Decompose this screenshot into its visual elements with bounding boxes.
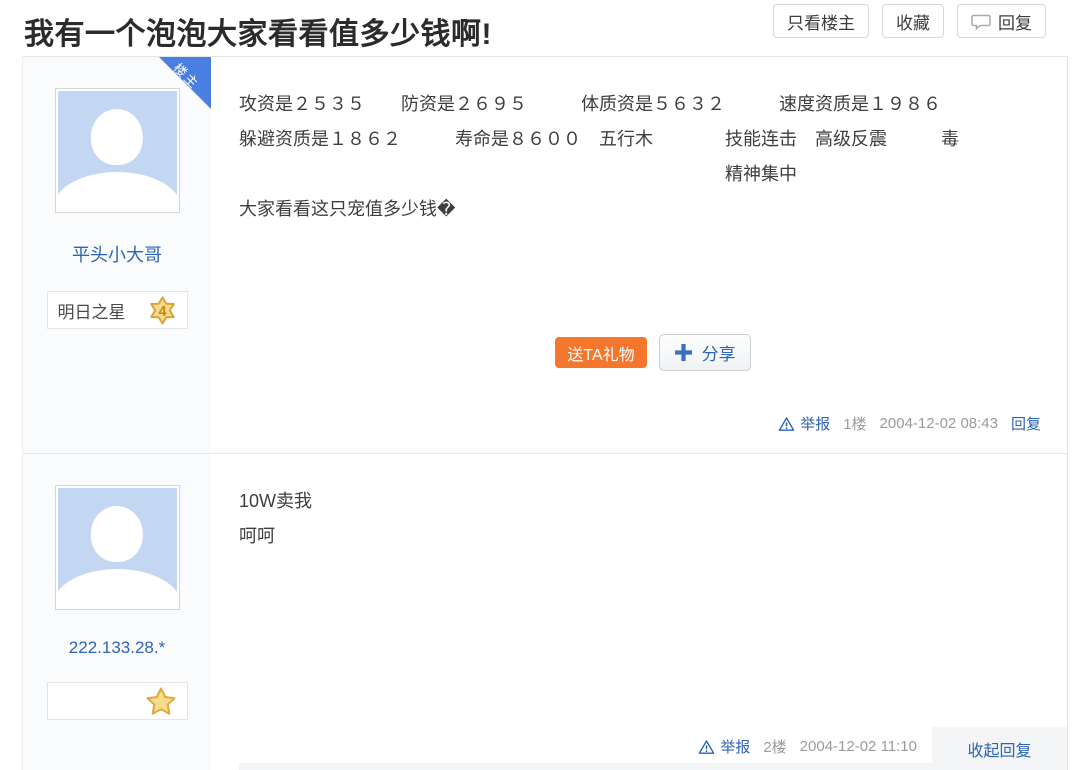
floor-label: 2楼 (763, 736, 786, 757)
content-line: 10W卖我 (239, 484, 1067, 519)
share-button[interactable]: 分享 (659, 334, 751, 371)
post-2-username[interactable]: 222.133.28.* (69, 638, 165, 658)
avatar-placeholder-icon (58, 91, 177, 210)
post-1: 楼主 平头小大哥 明日之星 4 (23, 57, 1067, 454)
level-badge-icon: 4 (148, 296, 177, 325)
send-gift-button[interactable]: 送TA礼物 (555, 337, 646, 368)
avatar[interactable] (55, 485, 180, 610)
post-1-author-column: 楼主 平头小大哥 明日之星 4 (23, 57, 211, 453)
thread-header: 我有一个泡泡大家看看值多少钱啊! 只看楼主 收藏 回复 (0, 0, 1080, 56)
reply-label: 回复 (998, 9, 1032, 34)
post-time: 2004-12-02 08:43 (880, 415, 998, 432)
level-number: 4 (158, 303, 166, 319)
reply-bubble-icon (971, 12, 991, 31)
content-line: 精神集中 (239, 157, 1067, 192)
avatar[interactable] (55, 88, 180, 213)
comment-area-top (239, 763, 1067, 770)
reply-button[interactable]: 回复 (957, 4, 1046, 38)
post-1-footer: 举报 1楼 2004-12-02 08:43 回复 (778, 413, 1041, 434)
report-warning-icon (778, 416, 795, 432)
post-1-actions: 送TA礼物 分享 (239, 334, 1067, 371)
reply-link[interactable]: 回复 (1011, 413, 1041, 434)
report-warning-icon (698, 739, 715, 755)
post-time: 2004-12-02 11:10 (800, 738, 917, 755)
tieba-thread-page: 我有一个泡泡大家看看值多少钱啊! 只看楼主 收藏 回复 (0, 0, 1080, 770)
report-label: 举报 (800, 413, 830, 434)
only-op-button[interactable]: 只看楼主 (773, 4, 869, 38)
post-1-content: 攻资是２５３５ 防资是２６９５ 体质资是５６３２ 速度资质是１９８６ 躲避资质是… (239, 57, 1067, 227)
post-1-body: 攻资是２５３５ 防资是２６９５ 体质资是５６３２ 速度资质是１９８６ 躲避资质是… (211, 57, 1067, 453)
report-label: 举报 (720, 736, 750, 757)
share-plus-icon (674, 343, 693, 362)
badge-title: 明日之星 (58, 298, 126, 323)
header-actions: 只看楼主 收藏 回复 (773, 4, 1046, 38)
report-link[interactable]: 举报 (698, 736, 750, 757)
post-2-body: 10W卖我 呵呵 举报 2楼 (211, 454, 1067, 770)
content-line: 大家看看这只宠值多少钱� (239, 192, 1067, 227)
report-link[interactable]: 举报 (778, 413, 830, 434)
post-2-badge[interactable] (47, 682, 188, 720)
favorite-label: 收藏 (896, 9, 930, 34)
content-line: 躲避资质是１８６２ 寿命是８６００ 五行木 技能连击 高级反震 毒 (239, 122, 1067, 157)
post-2-footer: 举报 2楼 2004-12-02 11:10 (698, 736, 917, 757)
post-2: 222.133.28.* 10W卖我 呵呵 (23, 454, 1067, 770)
user-star-icon (145, 686, 177, 717)
only-op-label: 只看楼主 (787, 9, 855, 34)
share-label: 分享 (702, 340, 736, 365)
post-2-content: 10W卖我 呵呵 (239, 454, 1067, 554)
favorite-button[interactable]: 收藏 (882, 4, 944, 38)
avatar-placeholder-icon (58, 488, 177, 607)
post-1-username[interactable]: 平头小大哥 (72, 241, 162, 267)
thread-body: 楼主 平头小大哥 明日之星 4 (22, 56, 1068, 770)
floor-label: 1楼 (843, 413, 866, 434)
post-1-badge[interactable]: 明日之星 4 (47, 291, 188, 329)
content-line: 攻资是２５３５ 防资是２６９５ 体质资是５６３２ 速度资质是１９８６ (239, 87, 1067, 122)
content-line: 呵呵 (239, 519, 1067, 554)
post-2-author-column: 222.133.28.* (23, 454, 211, 770)
thread-title: 我有一个泡泡大家看看值多少钱啊! (24, 9, 492, 53)
